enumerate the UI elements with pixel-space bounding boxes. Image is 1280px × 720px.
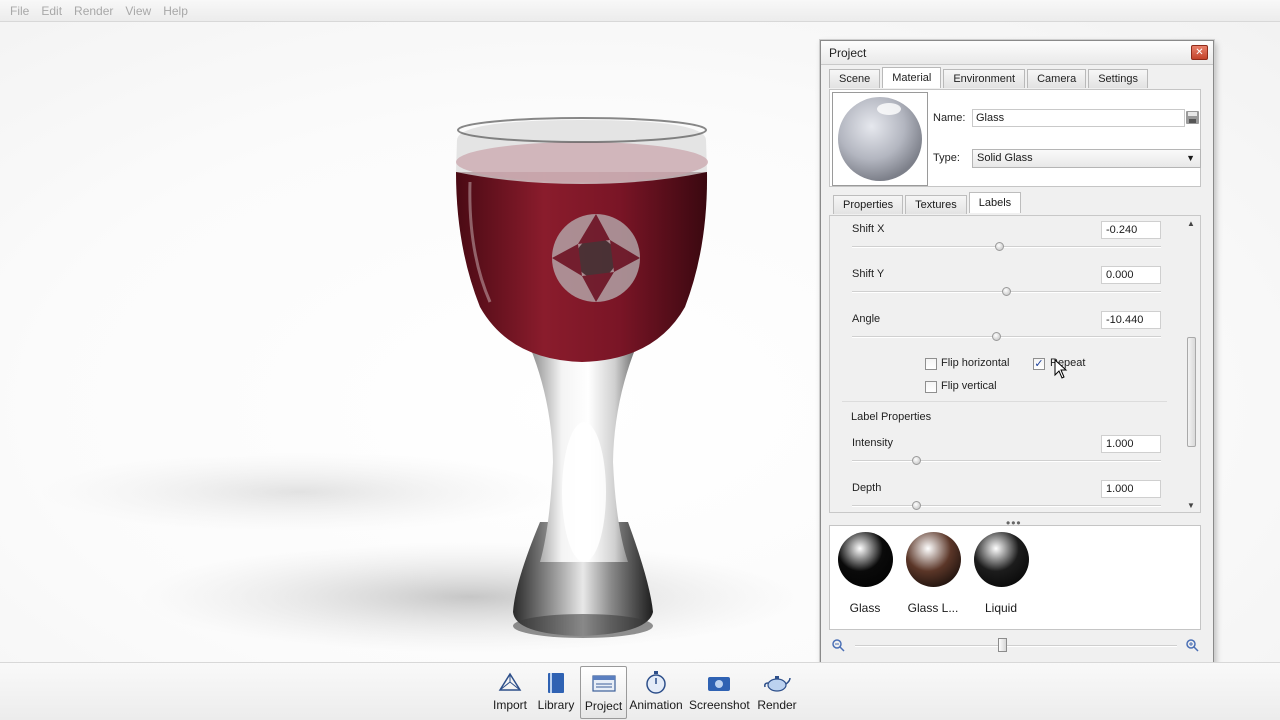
intensity-label: Intensity (852, 437, 893, 449)
import-button[interactable]: Import (488, 666, 532, 719)
project-button[interactable]: Project (580, 666, 627, 719)
stopwatch-icon (646, 671, 666, 694)
scroll-down-icon[interactable]: ▼ (1187, 501, 1195, 510)
material-thumbnail (973, 532, 1029, 587)
camera-icon (708, 677, 730, 691)
depth-field[interactable]: 1.000 (1101, 480, 1161, 498)
menu-view[interactable]: View (119, 4, 157, 18)
panel-titlebar[interactable]: Project ✕ (821, 41, 1213, 65)
shift-x-field[interactable]: -0.240 (1101, 221, 1161, 239)
menu-bar: File Edit Render View Help (0, 0, 1280, 22)
material-thumbnail (837, 532, 893, 587)
sub-tabs: Properties Textures Labels (833, 192, 1023, 214)
library-item[interactable]: Glass L... (901, 532, 965, 615)
library-item[interactable]: Glass (833, 532, 897, 615)
shift-x-label: Shift X (852, 223, 885, 235)
chevron-down-icon: ▼ (1186, 153, 1195, 163)
flip-horizontal-label: Flip horizontal (941, 357, 1010, 369)
tab-labels[interactable]: Labels (968, 192, 1022, 213)
material-type-dropdown[interactable]: Solid Glass ▼ (972, 149, 1201, 168)
material-thumbnail (905, 532, 961, 587)
shift-y-field[interactable]: 0.000 (1101, 266, 1161, 284)
library-item-label: Glass L... (907, 601, 959, 615)
flip-vertical-label: Flip vertical (941, 380, 997, 392)
thumbnail-zoom-bar (829, 635, 1201, 655)
zoom-out-icon[interactable] (831, 638, 845, 652)
tab-environment[interactable]: Environment (943, 69, 1026, 88)
save-icon[interactable] (1185, 110, 1200, 125)
flip-horizontal-checkbox[interactable] (925, 358, 937, 370)
zoom-slider[interactable] (855, 645, 1177, 647)
material-preview[interactable] (832, 92, 928, 186)
library-item-label: Liquid (984, 601, 1018, 615)
close-icon[interactable]: ✕ (1191, 45, 1208, 60)
angle-label: Angle (852, 313, 881, 325)
divider (842, 401, 1167, 402)
depth-slider[interactable] (852, 501, 1161, 510)
project-panel: Project ✕ Scene Material Environment Cam… (820, 40, 1214, 665)
tab-camera[interactable]: Camera (1027, 69, 1087, 88)
render-label: Render (757, 698, 797, 712)
menu-render[interactable]: Render (68, 4, 119, 18)
library-label: Library (537, 698, 575, 712)
shift-y-slider-thumb[interactable] (1001, 287, 1011, 296)
library-button[interactable]: Library (535, 666, 577, 719)
labels-pane: Shift X -0.240 Shift Y 0.000 Angle -10.4… (829, 215, 1201, 513)
screenshot-label: Screenshot (689, 698, 750, 712)
material-library: Glass Glass L... Liquid (829, 525, 1201, 630)
label-properties-title: Label Properties (851, 411, 932, 423)
main-tabs: Scene Material Environment Camera Settin… (829, 67, 1150, 88)
flip-vertical-checkbox[interactable] (925, 381, 937, 393)
angle-field[interactable]: -10.440 (1101, 311, 1161, 329)
tab-textures[interactable]: Textures (905, 195, 967, 214)
bottom-toolbar: Import Library Project Animation Screens… (0, 662, 1280, 720)
mouse-cursor-icon (1054, 359, 1068, 379)
intensity-field[interactable]: 1.000 (1101, 435, 1161, 453)
panel-title: Project (829, 46, 867, 60)
import-label: Import (492, 698, 527, 712)
render-button[interactable]: Render (755, 666, 799, 719)
name-label: Name: (933, 112, 966, 124)
shift-y-slider[interactable] (852, 287, 1161, 296)
project-icon (591, 675, 616, 692)
material-name-field[interactable]: Glass (972, 109, 1185, 127)
material-sphere-icon (838, 97, 922, 181)
project-label: Project (584, 699, 623, 713)
repeat-checkbox[interactable]: ✓ (1033, 358, 1045, 370)
zoom-in-icon[interactable] (1185, 638, 1199, 652)
shift-x-slider-thumb[interactable] (995, 242, 1005, 251)
tab-properties[interactable]: Properties (833, 195, 904, 214)
material-type-value: Solid Glass (977, 152, 1033, 164)
angle-slider[interactable] (852, 332, 1161, 341)
import-icon (498, 672, 522, 691)
library-icon (548, 673, 564, 693)
screenshot-button[interactable]: Screenshot (689, 666, 750, 719)
teapot-icon (764, 676, 791, 692)
tab-settings[interactable]: Settings (1088, 69, 1148, 88)
shift-x-slider[interactable] (852, 242, 1161, 251)
type-label: Type: (933, 152, 960, 164)
menu-help[interactable]: Help (157, 4, 194, 18)
labels-scrollbar[interactable]: ▲ ▼ (1184, 217, 1199, 511)
library-item-label: Glass (849, 601, 881, 615)
shift-y-label: Shift Y (852, 268, 885, 280)
animation-label: Animation (629, 698, 683, 712)
scrollbar-thumb[interactable] (1187, 337, 1196, 447)
intensity-slider-thumb[interactable] (911, 456, 921, 465)
tab-material[interactable]: Material (882, 67, 942, 88)
depth-slider-thumb[interactable] (911, 501, 921, 510)
intensity-slider[interactable] (852, 456, 1161, 465)
scroll-up-icon[interactable]: ▲ (1187, 219, 1195, 228)
material-header: Name: Glass Type: Solid Glass ▼ (829, 89, 1201, 187)
library-item[interactable]: Liquid (969, 532, 1033, 615)
zoom-slider-thumb[interactable] (998, 638, 1008, 652)
animation-button[interactable]: Animation (629, 666, 683, 719)
tab-scene[interactable]: Scene (829, 69, 881, 88)
angle-slider-thumb[interactable] (992, 332, 1002, 341)
menu-edit[interactable]: Edit (35, 4, 68, 18)
depth-label: Depth (852, 482, 882, 494)
menu-file[interactable]: File (4, 4, 35, 18)
